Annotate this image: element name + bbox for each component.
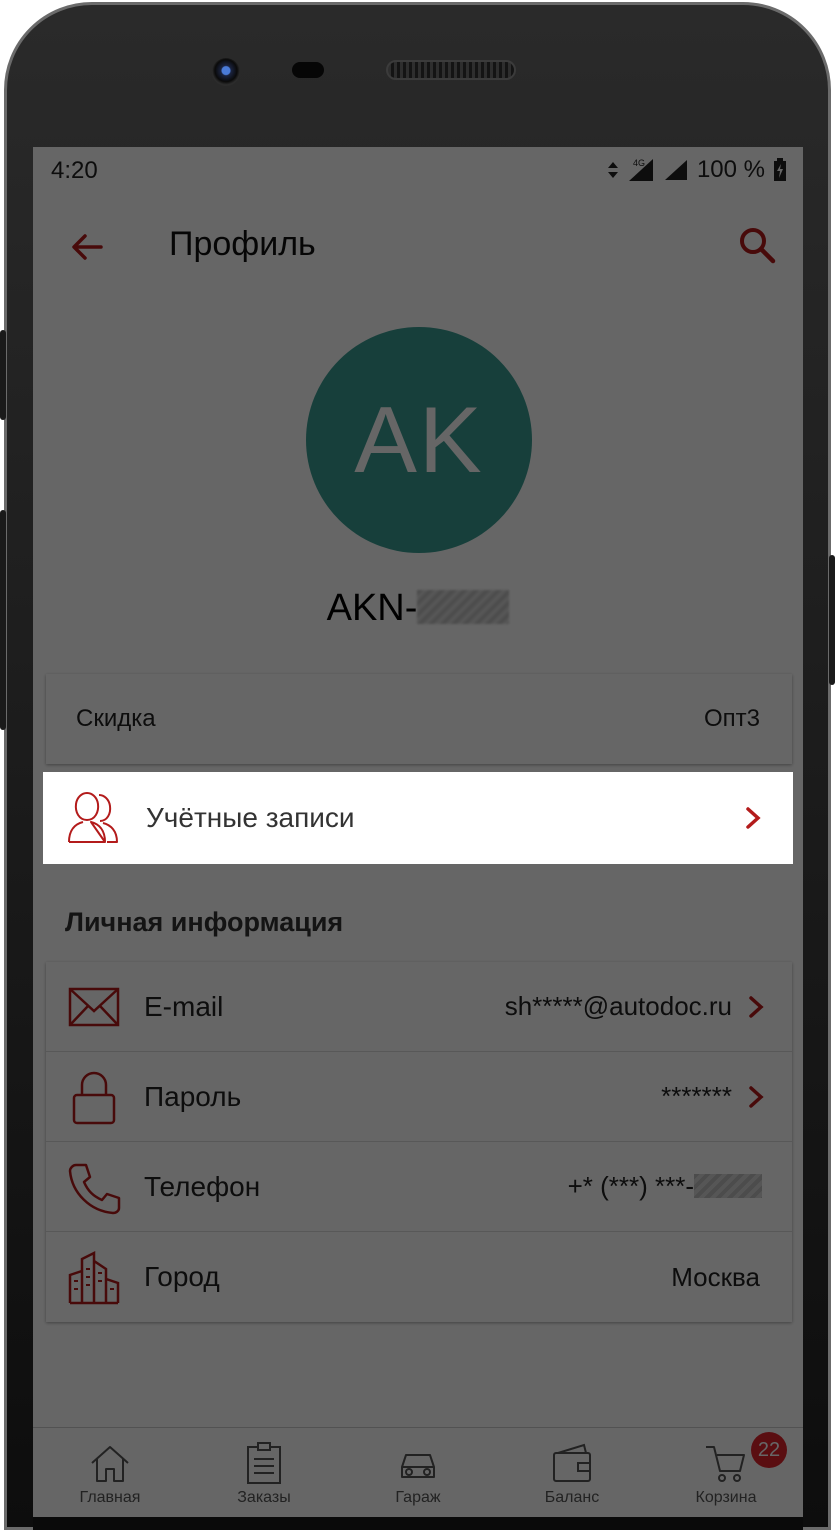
tab-balance[interactable]: Баланс (495, 1428, 649, 1517)
avatar: AK (306, 327, 532, 553)
accounts-label: Учётные записи (146, 802, 355, 833)
tab-cart-label: Корзина (695, 1489, 757, 1506)
phone-value: +* (***) ***- (568, 1171, 762, 1202)
email-value: sh*****@autodoc.ru (504, 991, 732, 1021)
bottom-navigation: Главная Заказы Гараж Баланс Корзина 22 (33, 1427, 803, 1517)
phone-value-text: +* (***) ***- (567, 1171, 694, 1201)
power-button (829, 555, 835, 685)
email-label: E-mail (144, 990, 224, 1022)
earpiece-speaker (386, 60, 516, 80)
phone-redacted (694, 1174, 762, 1198)
data-arrows-icon (607, 162, 618, 178)
phone-top-bezel (34, 0, 804, 150)
mail-icon (68, 987, 120, 1026)
battery-percent: 100 % (696, 156, 765, 183)
city-row: Город Москва (46, 1232, 792, 1322)
tab-orders-label: Заказы (237, 1489, 291, 1506)
accounts-icon (68, 792, 118, 843)
chevron-right-icon (746, 807, 761, 829)
section-title-personal: Личная информация (65, 907, 344, 937)
password-label: Пароль (144, 1080, 242, 1112)
lock-icon (72, 1071, 116, 1124)
username-redacted (417, 590, 510, 624)
screen: 4:20 4G 100 % Профиль AK AKN- Скидка Опт… (33, 147, 803, 1517)
app-bar: Профиль (33, 197, 803, 297)
wallet-icon (553, 1443, 591, 1482)
orders-icon (247, 1442, 281, 1484)
username: AKN- (33, 587, 803, 630)
discount-row: Скидка Опт3 (46, 674, 792, 764)
city-icon (68, 1250, 120, 1305)
personal-info-card: E-mail sh*****@autodoc.ru Пароль *******… (46, 962, 792, 1322)
phone-icon (68, 1163, 121, 1214)
tab-home[interactable]: Главная (33, 1428, 187, 1517)
tab-balance-label: Баланс (544, 1489, 600, 1506)
chevron-right-icon (749, 995, 764, 1018)
car-icon (401, 1454, 435, 1478)
discount-label: Скидка (76, 705, 156, 732)
proximity-sensor (292, 62, 324, 78)
battery-charging-icon (774, 158, 786, 181)
tab-garage[interactable]: Гараж (341, 1428, 495, 1517)
signal-4g-icon: 4G (628, 158, 653, 181)
password-row[interactable]: Пароль ******* (46, 1052, 792, 1142)
accounts-row[interactable]: Учётные записи (43, 772, 793, 864)
status-bar: 4:20 4G 100 % (33, 147, 803, 197)
email-row[interactable]: E-mail sh*****@autodoc.ru (46, 962, 792, 1052)
signal-icon (664, 160, 687, 180)
home-icon (91, 1446, 129, 1482)
cart-icon (706, 1446, 745, 1482)
page-title: Профиль (169, 225, 316, 263)
status-time: 4:20 (51, 157, 98, 184)
city-value: Москва (671, 1261, 760, 1292)
phone-label: Телефон (144, 1170, 261, 1202)
front-camera (212, 58, 240, 86)
volume-button-lower (0, 510, 6, 730)
cart-badge: 22 (751, 1432, 787, 1468)
discount-value: Опт3 (703, 705, 760, 732)
chevron-right-icon (749, 1085, 764, 1108)
search-icon[interactable] (737, 225, 777, 265)
username-text: AKN- (326, 587, 418, 629)
discount-card: Скидка Опт3 (46, 674, 792, 764)
network-type: 4G (633, 158, 645, 168)
city-label: Город (144, 1261, 220, 1292)
volume-button (0, 330, 6, 420)
phone-bottom-bezel (33, 1517, 803, 1530)
status-right: 4G 100 % (607, 156, 787, 184)
tab-cart[interactable]: Корзина 22 (649, 1428, 803, 1517)
tab-orders[interactable]: Заказы (187, 1428, 341, 1517)
tab-garage-label: Гараж (395, 1489, 441, 1506)
tab-home-label: Главная (79, 1489, 141, 1506)
back-arrow-icon[interactable] (67, 227, 107, 267)
phone-row: Телефон +* (***) ***- (46, 1142, 792, 1232)
password-value: ******* (661, 1081, 732, 1111)
